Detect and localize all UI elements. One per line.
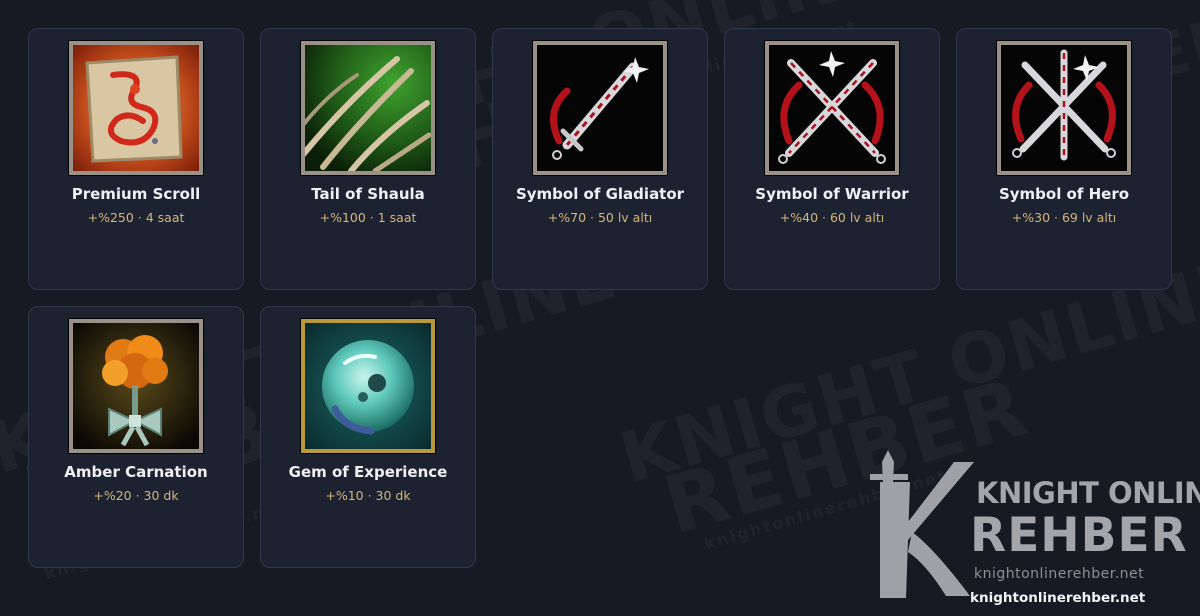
site-url-link[interactable]: knightonlinerehber.net [970, 590, 1145, 606]
logo-title-line2: REHBER [970, 508, 1188, 563]
item-name: Symbol of Warrior [755, 185, 909, 203]
item-description: +%10 · 30 dk [325, 488, 411, 503]
item-name: Amber Carnation [64, 463, 208, 481]
logo-title-line1: KNIGHT ONLINE [976, 476, 1200, 510]
item-description: +%40 · 60 lv altı [779, 210, 885, 225]
item-description: +%250 · 4 saat [87, 210, 185, 225]
gem-of-experience-icon [301, 319, 435, 453]
symbol-of-gladiator-icon [533, 41, 667, 175]
amber-carnation-icon [69, 319, 203, 453]
item-card-symbol-of-warrior: Symbol of Warrior +%40 · 60 lv altı [724, 28, 940, 290]
item-description: +%70 · 50 lv altı [547, 210, 653, 225]
item-card-symbol-of-gladiator: Symbol of Gladiator +%70 · 50 lv altı [492, 28, 708, 290]
item-name: Tail of Shaula [311, 185, 425, 203]
item-card-gem-of-experience: Gem of Experience +%10 · 30 dk [260, 306, 476, 568]
symbol-of-hero-icon [997, 41, 1131, 175]
item-card-premium-scroll: Premium Scroll +%250 · 4 saat [28, 28, 244, 290]
premium-scroll-icon [69, 41, 203, 175]
logo-k-emblem-icon [870, 450, 974, 598]
brand-logo: KNIGHT ONLINE REHBER knightonlinerehber.… [862, 448, 1200, 608]
item-description: +%30 · 69 lv altı [1011, 210, 1117, 225]
tail-of-shaula-icon [301, 41, 435, 175]
item-card-tail-of-shaula: Tail of Shaula +%100 · 1 saat [260, 28, 476, 290]
item-name: Symbol of Hero [998, 185, 1130, 203]
logo-url: knightonlinerehber.net [974, 566, 1145, 582]
item-description: +%20 · 30 dk [93, 488, 179, 503]
item-name: Symbol of Gladiator [515, 185, 685, 203]
item-name: Premium Scroll [71, 185, 201, 203]
item-card-amber-carnation: Amber Carnation +%20 · 30 dk [28, 306, 244, 568]
item-card-symbol-of-hero: Symbol of Hero +%30 · 69 lv altı [956, 28, 1172, 290]
item-name: Gem of Experience [288, 463, 448, 481]
item-description: +%100 · 1 saat [319, 210, 417, 225]
symbol-of-warrior-icon [765, 41, 899, 175]
